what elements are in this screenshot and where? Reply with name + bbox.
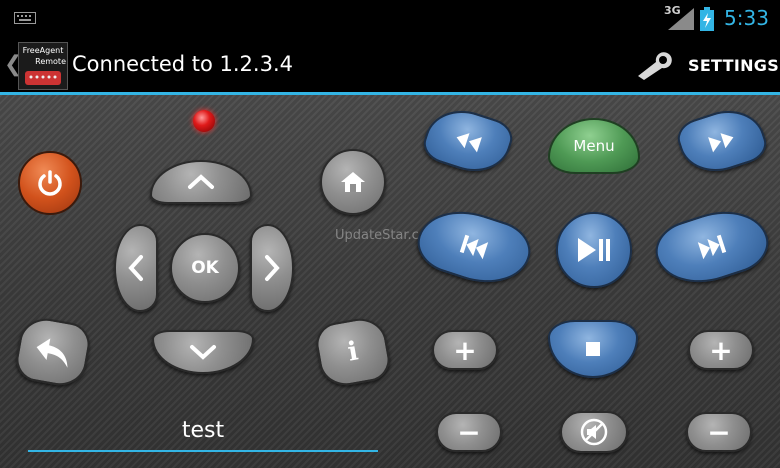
mute-button[interactable]: [560, 411, 628, 453]
app-logo[interactable]: FreeAgent Remote: [18, 42, 68, 90]
fast-forward-icon: [708, 133, 734, 153]
dpad-left-button[interactable]: [114, 224, 158, 312]
channel-up-button[interactable]: +: [688, 330, 754, 370]
signal-icon: [668, 8, 694, 30]
clock: 5:33: [724, 6, 769, 30]
volume-down-button[interactable]: −: [436, 412, 502, 452]
status-bar: 3G 5:33: [0, 0, 780, 38]
connection-title: Connected to 1.2.3.4: [72, 52, 293, 76]
home-icon: [341, 172, 365, 192]
chevron-left-icon: [128, 255, 143, 281]
power-button[interactable]: [18, 151, 82, 215]
keyboard-input-field[interactable]: test: [28, 412, 378, 452]
keyboard-icon: [14, 12, 36, 24]
keyboard-input-value: test: [181, 418, 225, 443]
wrench-icon[interactable]: [632, 50, 674, 80]
ir-indicator-led: [193, 110, 215, 132]
chevron-up-icon: [188, 174, 214, 189]
action-bar: ❮ FreeAgent Remote Connected to 1.2.3.4 …: [0, 38, 780, 95]
app-logo-line2: Remote: [35, 57, 66, 66]
settings-button[interactable]: SETTINGS: [688, 56, 779, 75]
mute-icon: [580, 418, 608, 446]
stop-icon: [586, 342, 600, 356]
ok-button[interactable]: OK: [170, 233, 240, 303]
battery-charging-icon: [700, 7, 714, 31]
back-arrow-icon: [36, 338, 68, 368]
remote-icon: [25, 71, 61, 85]
rewind-icon: [456, 133, 482, 153]
chevron-right-icon: [265, 255, 280, 281]
channel-down-button[interactable]: −: [686, 412, 752, 452]
play-pause-icon: [578, 238, 610, 262]
skip-previous-icon: [459, 234, 489, 260]
skip-next-icon: [697, 234, 727, 260]
power-icon: [38, 170, 62, 196]
play-pause-button[interactable]: [556, 212, 632, 288]
app-logo-line1: FreeAgent: [22, 46, 64, 55]
chevron-down-icon: [190, 345, 216, 360]
volume-up-button[interactable]: +: [432, 330, 498, 370]
home-button[interactable]: [320, 149, 386, 215]
